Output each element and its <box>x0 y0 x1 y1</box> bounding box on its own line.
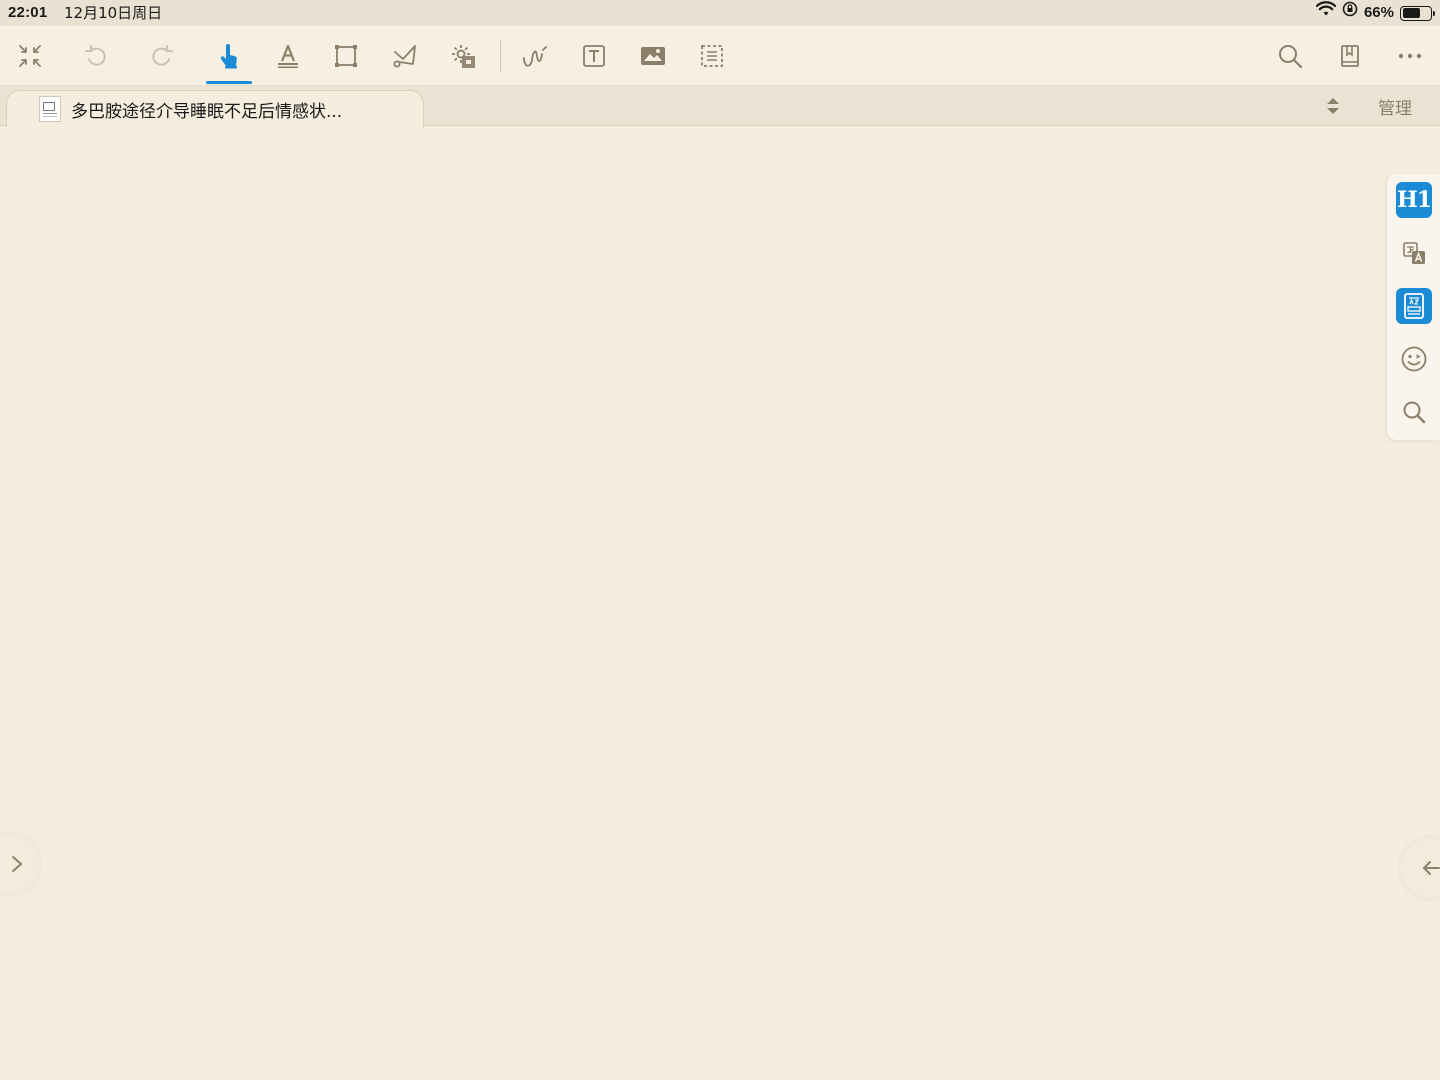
document-tabbar: 多巴胺途径介导睡眠不足后情感状... 管理 <box>0 86 1440 127</box>
status-time: 22:01 <box>8 4 48 21</box>
rectangle-select-icon[interactable] <box>326 36 366 76</box>
document-thumbnail-icon <box>39 96 61 122</box>
dictionary-icon[interactable] <box>1395 287 1433 325</box>
translate-icon[interactable] <box>1395 234 1433 272</box>
document-tab[interactable]: 多巴胺途径介导睡眠不足后情感状... <box>6 90 424 127</box>
document-title: 多巴胺途径介导睡眠不足后情感状... <box>71 101 343 122</box>
sort-icon[interactable] <box>1324 96 1342 116</box>
side-tool-panel: H1 <box>1387 174 1440 440</box>
panel-search-icon[interactable] <box>1395 393 1433 431</box>
orientation-lock-icon <box>1342 0 1358 26</box>
search-icon[interactable] <box>1270 36 1310 76</box>
chevron-right-icon <box>12 856 23 872</box>
emoji-icon[interactable] <box>1395 340 1433 378</box>
freehand-pen-icon[interactable] <box>515 36 555 76</box>
active-tool-indicator <box>206 81 252 84</box>
toolbar <box>0 26 1440 86</box>
settings-gear-icon[interactable] <box>443 36 483 76</box>
battery-fill <box>1402 8 1421 18</box>
status-bar: 22:01 12月10日周日 66% <box>0 0 1440 26</box>
arrow-left-icon <box>1423 861 1440 875</box>
toolbar-divider <box>500 40 501 72</box>
text-box-icon[interactable] <box>574 36 614 76</box>
status-date: 12月10日周日 <box>64 4 163 22</box>
status-indicators: 66% <box>1315 0 1435 26</box>
document-canvas[interactable] <box>0 127 1440 1080</box>
wifi-icon <box>1315 0 1337 26</box>
image-icon[interactable] <box>633 36 673 76</box>
h1-badge: H1 <box>1396 182 1432 218</box>
bookmark-icon[interactable] <box>1330 36 1370 76</box>
dictionary-badge <box>1396 288 1432 324</box>
hand-pointer-icon[interactable] <box>209 36 249 76</box>
lasso-icon[interactable] <box>385 36 425 76</box>
heading-icon[interactable]: H1 <box>1395 181 1433 219</box>
battery-icon <box>1400 5 1435 21</box>
manage-button[interactable]: 管理 <box>1378 94 1412 119</box>
dashed-select-icon[interactable] <box>692 36 732 76</box>
battery-percent: 66% <box>1363 4 1394 21</box>
undo-icon[interactable] <box>76 36 116 76</box>
more-icon[interactable] <box>1390 36 1430 76</box>
collapse-icon[interactable] <box>10 36 50 76</box>
redo-icon[interactable] <box>142 36 182 76</box>
text-highlight-icon[interactable] <box>268 36 308 76</box>
